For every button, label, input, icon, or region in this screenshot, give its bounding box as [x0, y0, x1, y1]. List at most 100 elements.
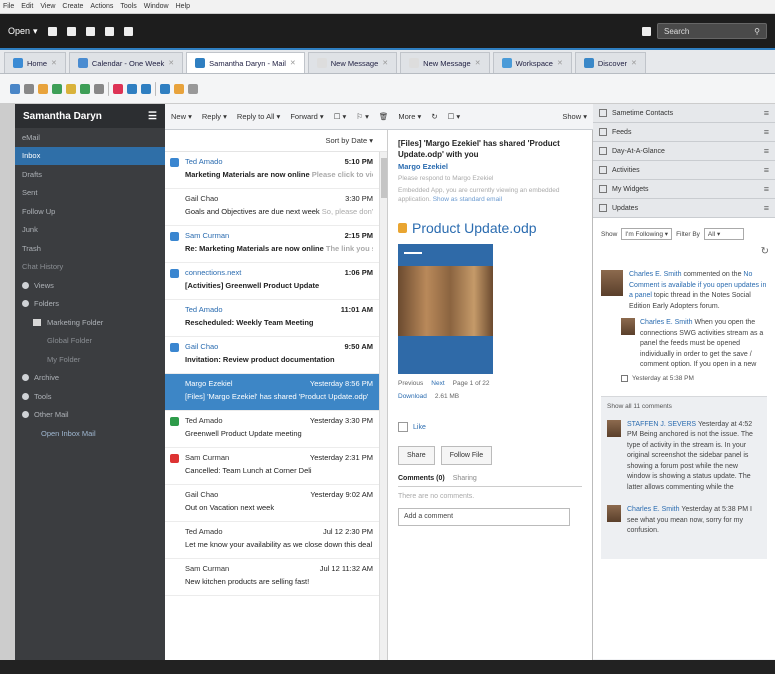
close-icon[interactable]: ✕	[290, 59, 296, 67]
tab-comments[interactable]: Comments (0)	[398, 475, 445, 482]
menu-item-create[interactable]: Create	[62, 3, 83, 10]
search-icon[interactable]: ⚲	[754, 27, 760, 36]
menu-item-file[interactable]: File	[3, 3, 14, 10]
sidebar-item-follow-up[interactable]: Follow Up	[15, 202, 165, 221]
file-preview[interactable]	[398, 244, 493, 374]
widget-icon[interactable]	[160, 83, 170, 94]
follow-file-button[interactable]: Follow File	[440, 446, 493, 465]
panel-menu-icon[interactable]: ≡	[764, 146, 769, 156]
reply-button[interactable]: Reply ▾	[202, 112, 227, 121]
sidebar-item-folders[interactable]: Folders	[15, 295, 165, 314]
list-item[interactable]: connections.next 1:06 PM [Activities] Gree…	[165, 263, 387, 300]
close-icon[interactable]: ✕	[51, 59, 57, 67]
sidebar-item-trash[interactable]: Trash	[15, 239, 165, 258]
print-icon[interactable]	[24, 83, 34, 94]
close-icon[interactable]: ✕	[631, 59, 637, 67]
filter-select[interactable]: All ▾	[703, 228, 744, 240]
more-button[interactable]: More ▾	[398, 112, 421, 121]
list-item[interactable]: Sam Curman Jul 12 11:32 AM New kitchen pro…	[165, 559, 387, 596]
reply-author[interactable]: Charles E. Smith	[640, 319, 693, 326]
list-item[interactable]: Gail Chao 9:50 AM Invitation: Review produ…	[165, 337, 387, 374]
search-input[interactable]: Search ⚲	[657, 23, 767, 39]
menu-item-tools[interactable]: Tools	[120, 3, 136, 10]
panel-activities[interactable]: Activities ≡	[593, 161, 775, 180]
menu-item-actions[interactable]: Actions	[90, 3, 113, 10]
show-standard-link[interactable]: Show as standard email	[433, 196, 502, 203]
menu-item-window[interactable]: Window	[144, 3, 169, 10]
sidebar-item-tools[interactable]: Tools	[15, 387, 165, 406]
close-icon[interactable]: ✕	[557, 59, 563, 67]
list-item[interactable]: Sam Curman Yesterday 2:31 PM Cancelled: Te…	[165, 448, 387, 485]
tab-5[interactable]: Workspace ✕	[492, 52, 572, 73]
scrollbar-thumb[interactable]	[381, 158, 387, 198]
menu-icon[interactable]: ☰	[148, 111, 157, 122]
comment-author[interactable]: STAFFEN J. SEVERS	[627, 421, 696, 428]
close-icon[interactable]: ✕	[475, 59, 481, 67]
replicator-icon[interactable]	[123, 26, 133, 36]
reply-all-button[interactable]: Reply to All ▾	[237, 112, 280, 121]
star-icon[interactable]	[66, 83, 76, 94]
sidebar-item-views[interactable]: Views	[15, 276, 165, 295]
tab-3[interactable]: New Message ✕	[307, 52, 398, 73]
refresh-icon[interactable]	[52, 83, 62, 94]
expand-icon[interactable]	[22, 281, 29, 289]
file-title[interactable]: Product Update.odp	[398, 220, 582, 236]
list-item[interactable]: Gail Chao Yesterday 9:02 AM Out on Vacatio…	[165, 485, 387, 522]
todo-icon[interactable]	[104, 26, 114, 36]
copy-icon[interactable]	[127, 83, 137, 94]
list-item[interactable]: Margo Ezekiel Yesterday 8:56 PM [Files] 'M…	[165, 374, 387, 411]
tab-6[interactable]: Discover ✕	[574, 52, 646, 73]
show-button[interactable]: Show ▾	[562, 112, 593, 121]
sidebar-item-global-folder[interactable]: Global Folder	[15, 332, 165, 351]
list-scrollbar[interactable]	[379, 152, 387, 660]
panel-updates[interactable]: Updates ≡	[593, 199, 775, 218]
tab-1[interactable]: Calendar - One Week ✕	[68, 52, 184, 73]
open-folder-icon[interactable]	[38, 83, 48, 94]
new-button[interactable]: New ▾	[171, 112, 192, 121]
add-comment-field[interactable]: Add a comment	[398, 508, 570, 526]
panel-menu-icon[interactable]: ≡	[764, 127, 769, 137]
panel-menu-icon[interactable]: ≡	[764, 203, 769, 213]
menu-item-edit[interactable]: Edit	[21, 3, 33, 10]
expand-icon[interactable]	[22, 374, 29, 382]
forward-icon[interactable]	[94, 83, 104, 94]
sort-by-date[interactable]: Sort by Date ▾	[165, 130, 387, 152]
new-icon[interactable]	[10, 83, 20, 94]
close-icon[interactable]: ✕	[168, 59, 174, 67]
refresh-icon[interactable]: ↻	[431, 112, 437, 121]
move-icon[interactable]: ☐ ▾	[334, 112, 347, 121]
list-item[interactable]: Ted Amado Yesterday 3:30 PM Greenwell Prod…	[165, 411, 387, 448]
window-icon[interactable]	[188, 83, 198, 94]
next-link[interactable]: Next	[431, 380, 444, 387]
paste-icon[interactable]	[141, 83, 151, 94]
update-author[interactable]: Charles E. Smith	[629, 271, 682, 278]
panel-day-at-a-glance[interactable]: Day-At-A-Glance ≡	[593, 142, 775, 161]
list-item[interactable]: Ted Amado Jul 12 2:30 PM Let me know your …	[165, 522, 387, 559]
search-scope-icon[interactable]	[642, 26, 651, 36]
sidebar-item-my-folder[interactable]: My Folder	[15, 350, 165, 369]
list-item[interactable]: Ted Amado 5:10 PM Marketing Materials are …	[165, 152, 387, 189]
sidebar-item-sent[interactable]: Sent	[15, 184, 165, 203]
close-icon[interactable]: ✕	[382, 59, 388, 67]
panel-my-widgets[interactable]: My Widgets ≡	[593, 180, 775, 199]
expand-icon[interactable]	[22, 392, 29, 400]
show-select[interactable]: I'm Following ▾	[621, 228, 673, 240]
download-link[interactable]: Download	[398, 393, 427, 400]
flag-icon[interactable]	[80, 83, 90, 94]
forward-button[interactable]: Forward ▾	[290, 112, 323, 121]
message-sender[interactable]: Margo Ezekiel	[398, 162, 582, 171]
previous-link[interactable]: Previous	[398, 380, 423, 387]
sidebar-item-marketing-folder[interactable]: Marketing Folder	[15, 313, 165, 332]
menu-item-view[interactable]: View	[40, 3, 55, 10]
home-icon[interactable]	[174, 83, 184, 94]
panel-sametime-contacts[interactable]: Sametime Contacts ≡	[593, 104, 775, 123]
comment-author[interactable]: Charles E. Smith	[627, 506, 680, 513]
tab-sharing[interactable]: Sharing	[453, 475, 477, 482]
sidebar-item-junk[interactable]: Junk	[15, 221, 165, 240]
menu-item-help[interactable]: Help	[176, 3, 190, 10]
open-button[interactable]: Open ▾	[8, 26, 38, 37]
share-button[interactable]: Share	[398, 446, 435, 465]
view-options-icon[interactable]: ☐ ▾	[448, 112, 461, 121]
sidebar-item-other-mail[interactable]: Other Mail	[15, 406, 165, 425]
refresh-icon[interactable]: ↻	[761, 246, 769, 257]
